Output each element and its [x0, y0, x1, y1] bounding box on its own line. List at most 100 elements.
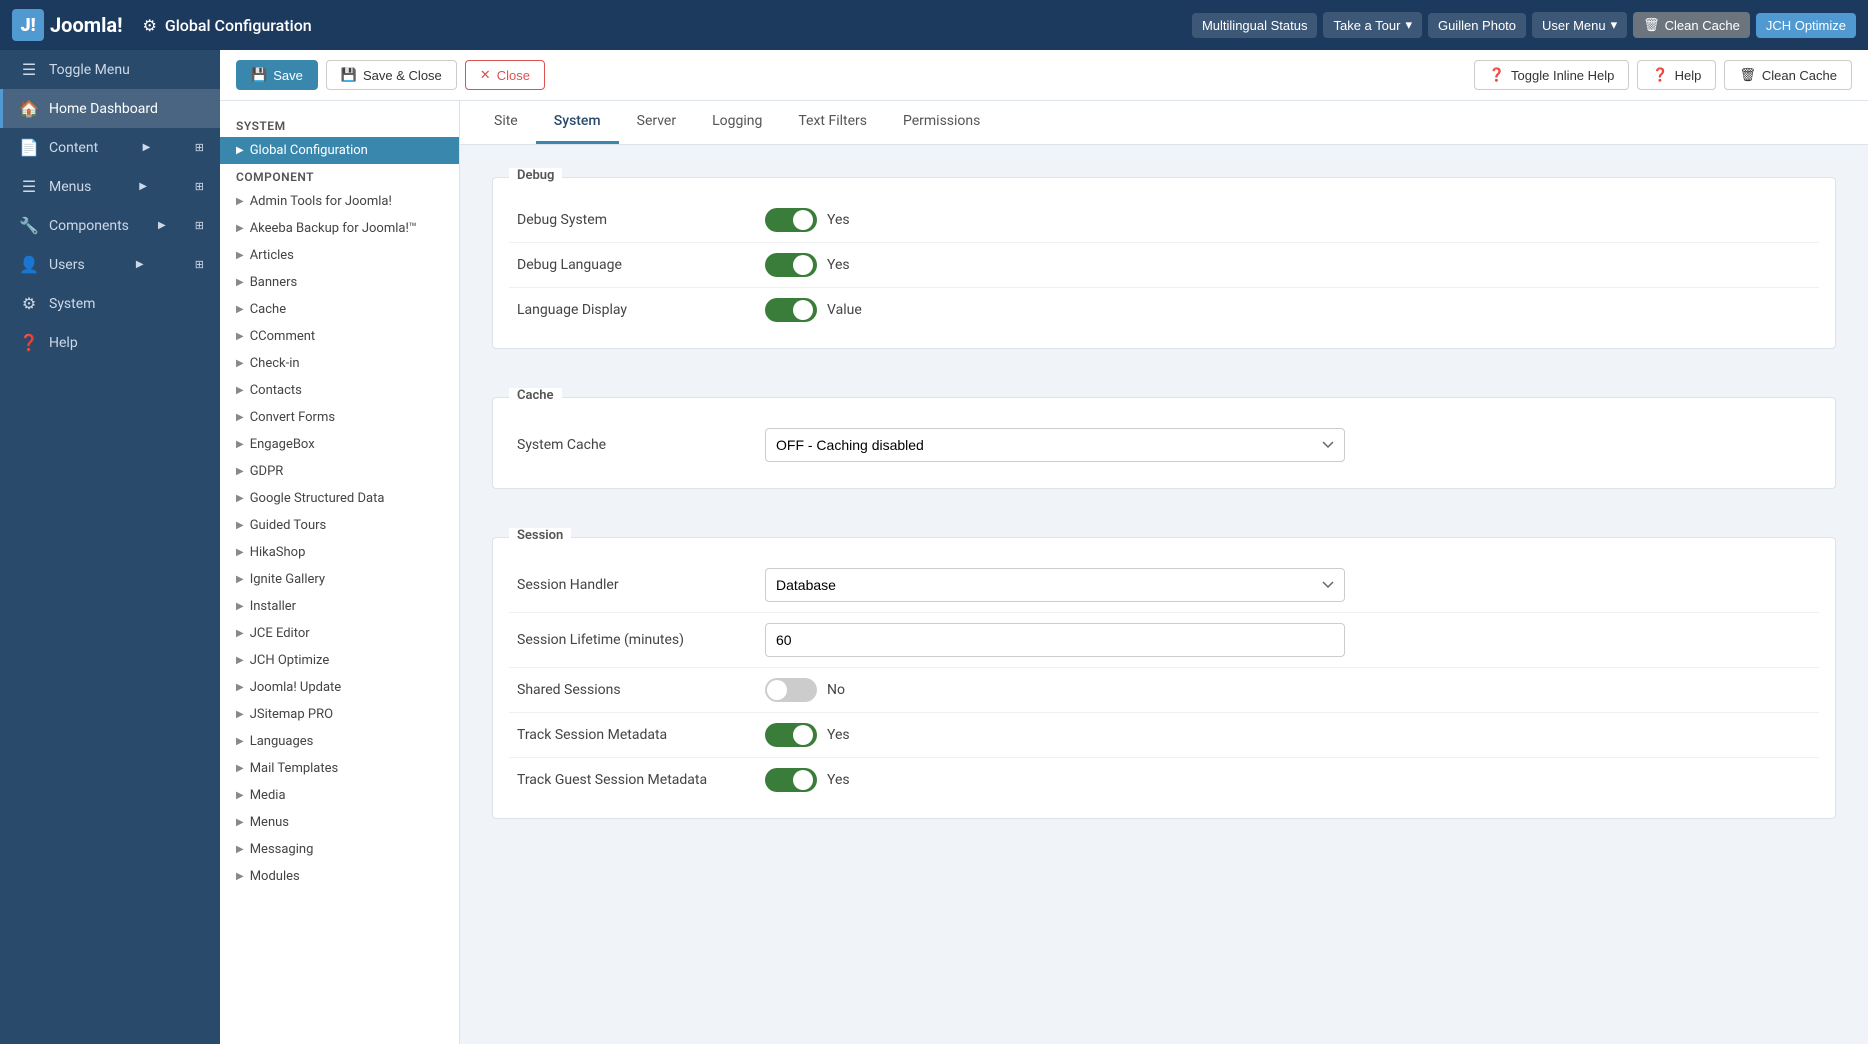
cache-section-title: Cache [509, 388, 562, 403]
menus-comp-chevron: ▶ [236, 817, 244, 828]
component-item-cache[interactable]: ▶ Cache [220, 296, 459, 323]
component-item-contacts[interactable]: ▶ Contacts [220, 377, 459, 404]
sidebar-item-components[interactable]: 🔧 Components ▶ ⊞ [0, 206, 220, 245]
language-display-toggle[interactable] [765, 298, 817, 322]
debug-language-toggle[interactable] [765, 253, 817, 277]
jch-optimize-chevron: ▶ [236, 655, 244, 666]
mail-templates-label: Mail Templates [250, 761, 339, 776]
sidebar-item-home-dashboard[interactable]: 🏠 Home Dashboard [0, 89, 220, 128]
articles-chevron: ▶ [236, 250, 244, 261]
component-item-languages[interactable]: ▶ Languages [220, 728, 459, 755]
guillen-photo-button[interactable]: Guillen Photo [1428, 13, 1526, 38]
tab-server[interactable]: Server [619, 101, 694, 144]
save-close-button[interactable]: 💾 Save & Close [326, 60, 457, 90]
track-guest-session-metadata-toggle[interactable] [765, 768, 817, 792]
tab-logging[interactable]: Logging [694, 101, 780, 144]
ignite-gallery-chevron: ▶ [236, 574, 244, 585]
global-config-item[interactable]: ▶ Global Configuration [220, 137, 459, 164]
shared-sessions-knob [767, 680, 787, 700]
component-item-gdpr[interactable]: ▶ GDPR [220, 458, 459, 485]
component-item-jce-editor[interactable]: ▶ JCE Editor [220, 620, 459, 647]
component-item-media[interactable]: ▶ Media [220, 782, 459, 809]
ignite-gallery-label: Ignite Gallery [250, 572, 325, 587]
debug-system-toggle[interactable] [765, 208, 817, 232]
component-item-ccomment[interactable]: ▶ CComment [220, 323, 459, 350]
component-item-joomla-update[interactable]: ▶ Joomla! Update [220, 674, 459, 701]
save-button[interactable]: 💾 Save [236, 60, 318, 90]
take-a-tour-button[interactable]: Take a Tour ▾ [1323, 12, 1422, 38]
component-item-mail-templates[interactable]: ▶ Mail Templates [220, 755, 459, 782]
sidebar-item-toggle-menu[interactable]: ☰ Toggle Menu [0, 50, 220, 89]
session-section: Session Session Handler Database Filesys… [492, 537, 1836, 819]
jch-optimize-button[interactable]: JCH Optimize [1756, 13, 1856, 38]
session-section-title: Session [509, 528, 571, 543]
sidebar-item-system[interactable]: ⚙ System [0, 284, 220, 323]
component-item-guided-tours[interactable]: ▶ Guided Tours [220, 512, 459, 539]
system-icon: ⚙ [19, 294, 39, 313]
system-cache-select[interactable]: OFF - Caching disabled ON - Conservative… [765, 428, 1345, 462]
media-label: Media [250, 788, 286, 803]
sidebar-item-content[interactable]: 📄 Content ▶ ⊞ [0, 128, 220, 167]
engagebox-chevron: ▶ [236, 439, 244, 450]
component-item-messaging[interactable]: ▶ Messaging [220, 836, 459, 863]
tab-site[interactable]: Site [476, 101, 536, 144]
component-item-admin-tools[interactable]: ▶ Admin Tools for Joomla! [220, 188, 459, 215]
track-session-metadata-label: Track Session Metadata [509, 727, 749, 743]
track-guest-session-metadata-value: Yes [827, 772, 850, 788]
component-item-articles[interactable]: ▶ Articles [220, 242, 459, 269]
component-item-installer[interactable]: ▶ Installer [220, 593, 459, 620]
help-button[interactable]: ❓ Help [1637, 60, 1716, 90]
clean-cache-toolbar-button[interactable]: 🗑 Clean Cache [1724, 60, 1852, 90]
component-item-akeeba[interactable]: ▶ Akeeba Backup for Joomla!™ [220, 215, 459, 242]
jch-optimize-label: JCH Optimize [250, 653, 330, 668]
tab-text-filters[interactable]: Text Filters [780, 101, 885, 144]
installer-chevron: ▶ [236, 601, 244, 612]
component-item-convert-forms[interactable]: ▶ Convert Forms [220, 404, 459, 431]
tab-site-label: Site [494, 113, 518, 129]
component-item-engagebox[interactable]: ▶ EngageBox [220, 431, 459, 458]
session-handler-select[interactable]: Database Filesystem Memcached Redis APCu [765, 568, 1345, 602]
menus-icon: ☰ [19, 177, 39, 196]
component-item-menus[interactable]: ▶ Menus [220, 809, 459, 836]
cache-section: Cache System Cache OFF - Caching disable… [492, 397, 1836, 489]
sidebar-item-users[interactable]: 👤 Users ▶ ⊞ [0, 245, 220, 284]
component-item-hikashop[interactable]: ▶ HikaShop [220, 539, 459, 566]
toggle-inline-help-button[interactable]: ❓ Toggle Inline Help [1474, 60, 1630, 90]
menus-grid-icon: ⊞ [195, 180, 204, 193]
page-content: System ▶ Global Configuration Component … [220, 101, 1868, 1044]
contacts-chevron: ▶ [236, 385, 244, 396]
menus-arrow-icon: ▶ [139, 181, 147, 192]
tab-permissions-label: Permissions [903, 113, 980, 129]
track-guest-session-metadata-label: Track Guest Session Metadata [509, 772, 749, 788]
tab-system[interactable]: System [536, 101, 619, 144]
logo[interactable]: J! Joomla! [12, 9, 122, 41]
language-display-value: Value [827, 302, 862, 318]
component-item-modules[interactable]: ▶ Modules [220, 863, 459, 890]
debug-language-knob [793, 255, 813, 275]
close-button[interactable]: ✕ Close [465, 60, 545, 90]
component-item-jch-optimize[interactable]: ▶ JCH Optimize [220, 647, 459, 674]
page-icon: ⚙ [142, 16, 156, 35]
toolbar-right: ❓ Toggle Inline Help ❓ Help 🗑 Clean Cach… [1474, 60, 1852, 90]
sidebar-item-help[interactable]: ❓ Help [0, 323, 220, 362]
component-item-checkin[interactable]: ▶ Check-in [220, 350, 459, 377]
shared-sessions-toggle[interactable] [765, 678, 817, 702]
multilingual-status-button[interactable]: Multilingual Status [1192, 13, 1318, 38]
user-menu-button[interactable]: User Menu ▾ [1532, 12, 1627, 38]
component-item-banners[interactable]: ▶ Banners [220, 269, 459, 296]
top-clean-cache-button[interactable]: 🗑 Clean Cache [1633, 12, 1750, 38]
sidebar-item-menus[interactable]: ☰ Menus ▶ ⊞ [0, 167, 220, 206]
component-item-ignite-gallery[interactable]: ▶ Ignite Gallery [220, 566, 459, 593]
messaging-chevron: ▶ [236, 844, 244, 855]
component-item-jsitemap-pro[interactable]: ▶ JSitemap PRO [220, 701, 459, 728]
tab-permissions[interactable]: Permissions [885, 101, 998, 144]
component-item-google-structured[interactable]: ▶ Google Structured Data [220, 485, 459, 512]
joomla-update-label: Joomla! Update [250, 680, 342, 695]
shared-sessions-label: Shared Sessions [509, 682, 749, 698]
tab-server-label: Server [637, 113, 676, 129]
track-session-metadata-toggle[interactable] [765, 723, 817, 747]
left-panel: System ▶ Global Configuration Component … [220, 101, 460, 1044]
system-cache-row: System Cache OFF - Caching disabled ON -… [509, 418, 1819, 472]
debug-system-control: Yes [765, 208, 1819, 232]
session-lifetime-input[interactable] [765, 623, 1345, 657]
